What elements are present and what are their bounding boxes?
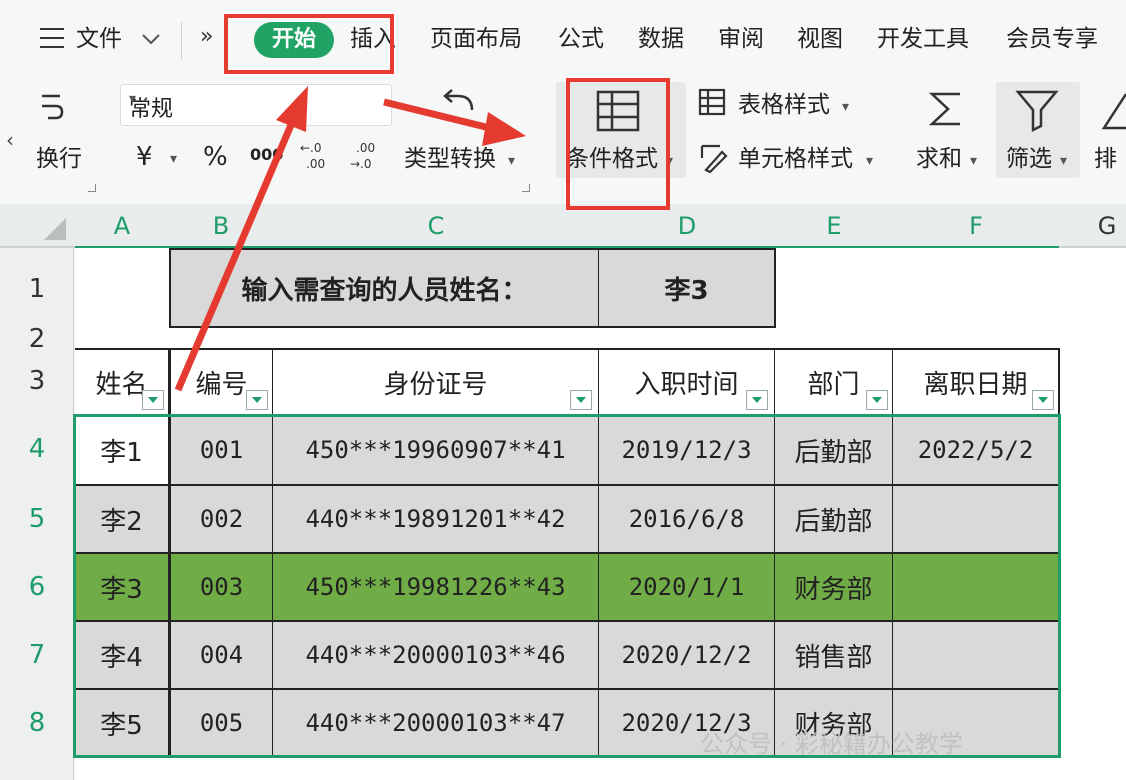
annotation-arrows (174, 86, 526, 392)
watermark: 公众号 · 彩秘籍办公教学 (700, 730, 963, 758)
